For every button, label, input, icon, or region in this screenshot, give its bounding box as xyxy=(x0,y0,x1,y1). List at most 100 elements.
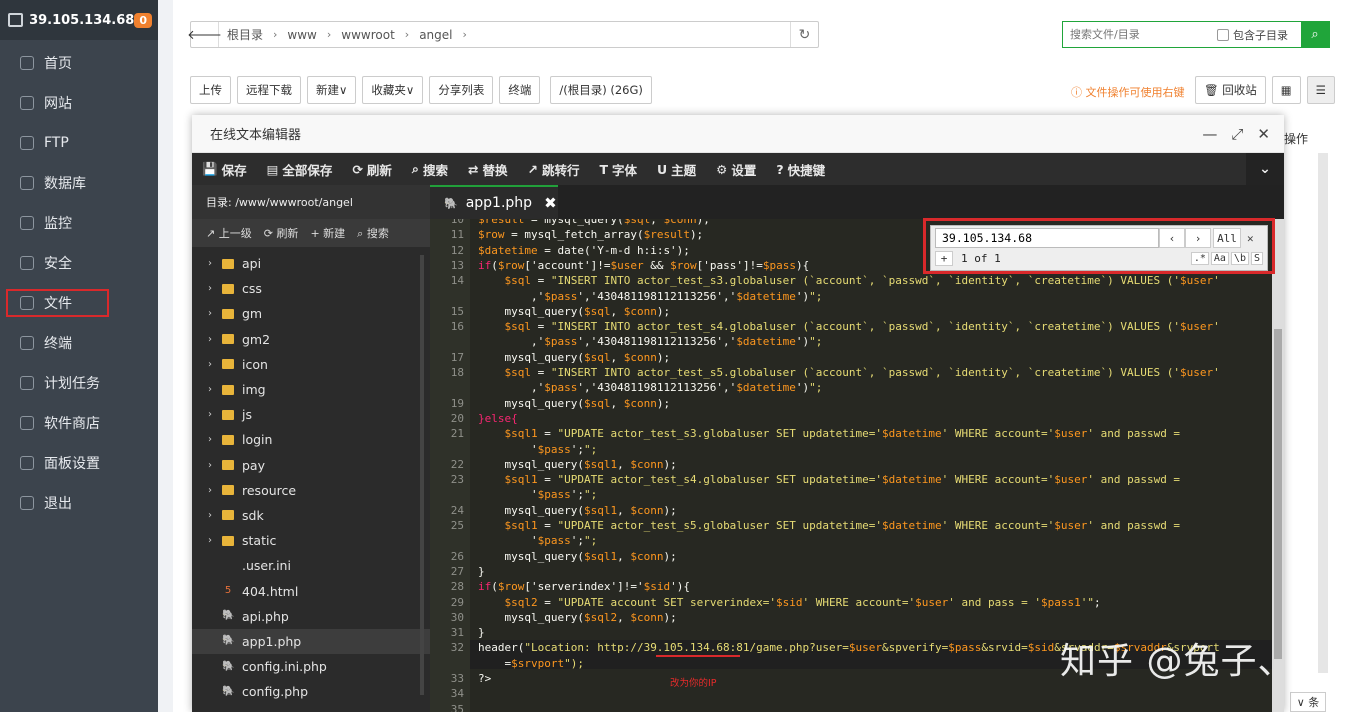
sidebar-item-0[interactable]: 首页 xyxy=(0,43,158,83)
tree-item[interactable]: › resource xyxy=(192,478,430,503)
sidebar-item-11[interactable]: 退出 xyxy=(0,483,158,523)
toolbar-button-4[interactable]: 分享列表 xyxy=(429,76,494,104)
editor-tool-6[interactable]: T 字体 xyxy=(589,160,647,179)
folder-icon xyxy=(222,510,234,521)
scroll-thumb[interactable] xyxy=(1274,329,1282,659)
tree-action-2[interactable]: + 新建 xyxy=(310,225,345,241)
sidebar-item-7[interactable]: 终端 xyxy=(0,323,158,363)
folder-icon xyxy=(222,485,234,496)
tree-item[interactable]: › gm2 xyxy=(192,327,430,352)
page-size-select[interactable]: ∨ 条 xyxy=(1290,692,1326,712)
line-number: 22 xyxy=(450,457,464,471)
tree-action-1[interactable]: ⟳ 刷新 xyxy=(264,225,299,241)
back-button[interactable]: 🡐 xyxy=(187,22,222,47)
tree-action-3[interactable]: ⌕ 搜索 xyxy=(357,225,389,241)
sidebar-item-5[interactable]: 安全 xyxy=(0,243,158,283)
line-number: 29 xyxy=(450,595,464,609)
tree-item[interactable]: › static xyxy=(192,528,430,553)
search-icon[interactable]: ⌕ xyxy=(1301,22,1329,47)
toolbar-button-5[interactable]: 终端 xyxy=(499,76,541,104)
tree-item-label: static xyxy=(242,533,277,549)
line-number: 30 xyxy=(450,610,464,624)
tree-item[interactable]: 🐘 api.php xyxy=(192,604,430,629)
editor-tool-4[interactable]: ⇄ 替换 xyxy=(458,160,518,179)
editor-tool-1[interactable]: ▤ 全部保存 xyxy=(257,160,343,179)
tool-label: 主题 xyxy=(671,162,697,178)
tree-action-icon: ↗ xyxy=(206,227,219,240)
close-icon[interactable]: ✕ xyxy=(1257,125,1270,143)
code-line: ,'$pass','430481198112113256','$datetime… xyxy=(478,381,823,395)
sidebar-item-10[interactable]: 面板设置 xyxy=(0,443,158,483)
list-view-button[interactable]: ☰ xyxy=(1306,76,1335,104)
line-number: 28 xyxy=(450,580,464,594)
editor-tool-0[interactable]: 💾 保存 xyxy=(192,160,257,179)
line-number: 17 xyxy=(450,350,464,364)
subdir-checkbox[interactable]: 包含子目录 xyxy=(1217,27,1288,43)
tree-item[interactable]: › gm xyxy=(192,301,430,326)
ip-underline xyxy=(656,655,740,658)
tab-app1[interactable]: 🐘 app1.php ✖ xyxy=(430,185,558,219)
line-number: 10 xyxy=(450,219,464,226)
line-number: 27 xyxy=(450,564,464,578)
sidebar-item-8[interactable]: 计划任务 xyxy=(0,363,158,403)
refresh-icon[interactable]: ↻ xyxy=(790,22,818,47)
editor-tool-8[interactable]: ⚙ 设置 xyxy=(706,160,766,179)
sidebar-item-6[interactable]: 文件 xyxy=(0,283,158,323)
close-tab-icon[interactable]: ✖ xyxy=(544,194,557,212)
breadcrumb-item[interactable]: wwwroot xyxy=(341,28,395,42)
tool-label: 字体 xyxy=(611,162,637,178)
tree-item[interactable]: › css xyxy=(192,276,430,301)
search-input[interactable] xyxy=(1063,28,1213,41)
tree-item[interactable]: .user.ini xyxy=(192,553,430,578)
editor-tool-2[interactable]: ⟳ 刷新 xyxy=(342,160,402,179)
toolbar-button-3[interactable]: 收藏夹∨ xyxy=(362,76,424,104)
tree-item[interactable]: › js xyxy=(192,402,430,427)
sidebar-item-9[interactable]: 软件商店 xyxy=(0,403,158,443)
tree-action-0[interactable]: ↗ 上一级 xyxy=(206,225,252,241)
right-toolbar: 🗑 回收站 ▦ ☰ xyxy=(1195,76,1335,104)
editor-tool-9[interactable]: ? 快捷键 xyxy=(766,160,835,179)
code-line: mysql_query($sql, $conn); xyxy=(478,350,671,364)
tree-item[interactable]: 🐘 config.ini.php xyxy=(192,654,430,679)
editor-tool-7[interactable]: U 主题 xyxy=(647,160,706,179)
tree-item[interactable]: › icon xyxy=(192,352,430,377)
server-brand[interactable]: 39.105.134.68 0 xyxy=(0,0,158,40)
breadcrumb-item[interactable]: www xyxy=(287,28,316,42)
tree-item[interactable]: › sdk xyxy=(192,503,430,528)
breadcrumb-item[interactable]: 根目录 xyxy=(227,26,263,43)
recycle-button[interactable]: 🗑 回收站 xyxy=(1195,76,1266,104)
editor-toolbar: 💾 保存 ▤ 全部保存 ⟳ 刷新 ⌕ 搜索 ⇄ 替换 ↗ 跳转行 T 字体 U 主题 ⚙ 设置?… xyxy=(192,153,1284,185)
tree-item[interactable]: › login xyxy=(192,427,430,452)
sidebar-item-2[interactable]: FTP xyxy=(0,123,158,163)
editor-tool-5[interactable]: ↗ 跳转行 xyxy=(517,160,589,179)
toolbar-button-0[interactable]: 上传 xyxy=(190,76,231,104)
chevron-down-icon[interactable]: ⌄ xyxy=(1246,153,1284,185)
sidebar-item-1[interactable]: 网站 xyxy=(0,83,158,123)
tree-item[interactable]: › api xyxy=(192,251,430,276)
grid-view-button[interactable]: ▦ xyxy=(1271,76,1301,104)
notification-badge[interactable]: 0 xyxy=(134,12,152,28)
maximize-icon[interactable]: ⤢ xyxy=(1231,125,1243,143)
sidebar-item-3[interactable]: 数据库 xyxy=(0,163,158,203)
tree-item[interactable]: 🐘 app1.php xyxy=(192,628,430,654)
sidebar-item-4[interactable]: 监控 xyxy=(0,203,158,243)
editor-tool-3[interactable]: ⌕ 搜索 xyxy=(402,160,458,179)
tree-item[interactable]: 🐘 config.php xyxy=(192,679,430,704)
code-line: } xyxy=(478,626,485,640)
minimize-icon[interactable]: — xyxy=(1202,125,1217,143)
tree-item[interactable]: › pay xyxy=(192,453,430,478)
table-scrollbar[interactable] xyxy=(1318,153,1328,673)
sidebar-menu: 首页 网站 FTP 数据库 监控 安全 文件 终端计划任务软件商店 面板设置 退出 xyxy=(0,43,158,523)
toolbar-button-1[interactable]: 远程下载 xyxy=(237,76,301,104)
chevron-right-icon: › xyxy=(208,535,212,547)
breadcrumb-item[interactable]: angel xyxy=(419,28,452,42)
toolbar-button-2[interactable]: 新建∨ xyxy=(307,76,357,104)
tree-item[interactable]: › img xyxy=(192,377,430,402)
chevron-right-icon: › xyxy=(208,384,212,396)
tree-scrollbar[interactable] xyxy=(420,255,424,695)
toolbar-button-6[interactable]: /(根目录) (26G) xyxy=(550,76,652,104)
sidebar-item-label: 计划任务 xyxy=(44,376,100,392)
folder-icon xyxy=(222,308,234,319)
subdir-label: 包含子目录 xyxy=(1233,28,1288,42)
tree-item[interactable]: 5 404.html xyxy=(192,578,430,603)
